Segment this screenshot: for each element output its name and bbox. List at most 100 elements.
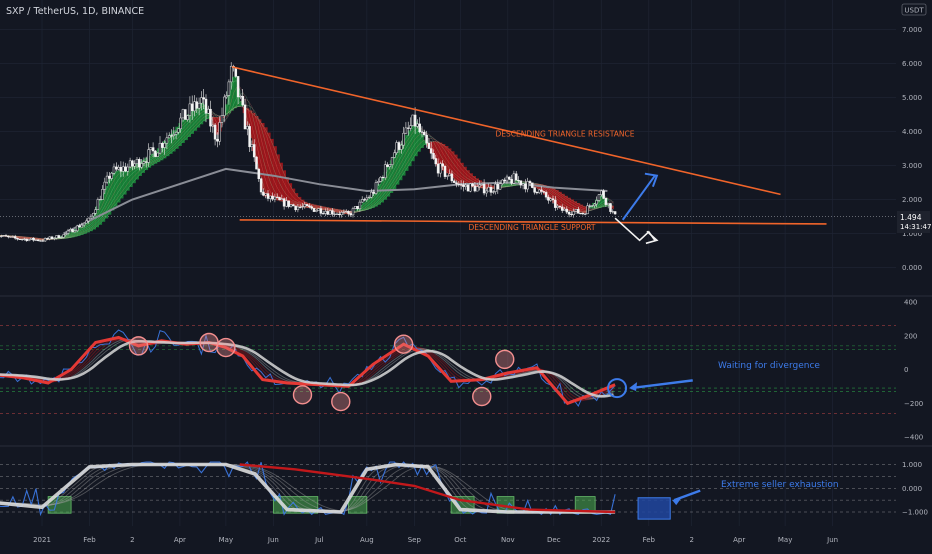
candle-body[interactable] <box>196 102 198 109</box>
candle-body[interactable] <box>122 167 124 172</box>
candle-body[interactable] <box>223 97 225 116</box>
candle-body[interactable] <box>433 153 435 158</box>
candle-body[interactable] <box>154 151 156 157</box>
candle-body[interactable] <box>177 129 179 132</box>
candle-body[interactable] <box>191 104 193 111</box>
candle-body[interactable] <box>253 145 255 158</box>
candle-body[interactable] <box>157 153 159 157</box>
candle-body[interactable] <box>7 236 9 237</box>
candle-body[interactable] <box>437 164 439 173</box>
candle-body[interactable] <box>308 206 310 207</box>
candle-body[interactable] <box>343 212 345 213</box>
candle-body[interactable] <box>136 159 138 163</box>
candle-body[interactable] <box>145 162 147 163</box>
candle-body[interactable] <box>125 167 127 171</box>
candle-body[interactable] <box>607 204 609 205</box>
candle-body[interactable] <box>426 135 428 143</box>
candle-body[interactable] <box>320 209 322 214</box>
candle-body[interactable] <box>40 241 42 242</box>
candle-body[interactable] <box>587 206 589 214</box>
candle-body[interactable] <box>104 182 106 189</box>
candle-body[interactable] <box>56 236 58 239</box>
candle-body[interactable] <box>449 174 451 176</box>
candle-body[interactable] <box>384 165 386 178</box>
candle-body[interactable] <box>564 209 566 210</box>
candle-body[interactable] <box>262 192 264 195</box>
candle-body[interactable] <box>350 214 352 216</box>
candle-body[interactable] <box>79 226 81 227</box>
candle-body[interactable] <box>467 185 469 191</box>
candle-body[interactable] <box>414 115 416 126</box>
candle-body[interactable] <box>168 136 170 138</box>
candle-body[interactable] <box>3 236 5 237</box>
candle-body[interactable] <box>439 164 441 173</box>
candle-body[interactable] <box>543 192 545 193</box>
candle-body[interactable] <box>242 96 244 105</box>
candle-body[interactable] <box>53 238 55 239</box>
candle-body[interactable] <box>387 165 389 167</box>
candle-body[interactable] <box>357 206 359 209</box>
candle-body[interactable] <box>267 194 269 199</box>
candle-body[interactable] <box>610 204 612 212</box>
divergence-circle[interactable] <box>496 350 514 368</box>
candle-body[interactable] <box>285 201 287 206</box>
candle-body[interactable] <box>481 184 483 185</box>
candle-body[interactable] <box>364 200 366 201</box>
candle-body[interactable] <box>485 191 487 193</box>
candle-body[interactable] <box>582 213 584 214</box>
candle-body[interactable] <box>306 204 308 206</box>
candle-body[interactable] <box>290 205 292 207</box>
candle-body[interactable] <box>559 206 561 207</box>
candle-body[interactable] <box>129 161 131 167</box>
candle-body[interactable] <box>265 194 267 196</box>
candle-body[interactable] <box>72 229 74 232</box>
candle-body[interactable] <box>51 237 53 239</box>
candle-body[interactable] <box>205 99 207 113</box>
candle-body[interactable] <box>354 206 356 208</box>
candle-body[interactable] <box>506 177 508 181</box>
candle-body[interactable] <box>26 239 28 241</box>
candle-body[interactable] <box>182 110 184 118</box>
candle-body[interactable] <box>297 207 299 210</box>
candle-body[interactable] <box>69 229 71 231</box>
candle-body[interactable] <box>591 206 593 207</box>
candle-body[interactable] <box>276 197 278 198</box>
candle-body[interactable] <box>42 241 44 242</box>
candle-body[interactable] <box>65 234 67 235</box>
candle-body[interactable] <box>407 128 409 129</box>
candle-body[interactable] <box>295 206 297 210</box>
candle-body[interactable] <box>495 184 497 192</box>
candle-body[interactable] <box>446 176 448 177</box>
candle-body[interactable] <box>260 179 262 192</box>
candle-body[interactable] <box>400 145 402 149</box>
candle-body[interactable] <box>148 150 150 163</box>
candle-body[interactable] <box>380 177 382 181</box>
candle-body[interactable] <box>63 235 65 238</box>
candle-body[interactable] <box>230 66 232 82</box>
candle-body[interactable] <box>359 202 361 209</box>
candle-body[interactable] <box>279 197 281 199</box>
candle-body[interactable] <box>95 210 97 214</box>
candle-body[interactable] <box>375 183 377 194</box>
candle-body[interactable] <box>102 189 104 199</box>
candle-body[interactable] <box>600 191 602 195</box>
candle-body[interactable] <box>269 196 271 199</box>
candle-body[interactable] <box>159 143 161 153</box>
candle-body[interactable] <box>207 109 209 113</box>
candle-body[interactable] <box>272 196 274 199</box>
candle-body[interactable] <box>74 231 76 232</box>
candle-body[interactable] <box>460 185 462 186</box>
candle-body[interactable] <box>421 132 423 133</box>
candle-body[interactable] <box>175 132 177 134</box>
candle-body[interactable] <box>246 126 248 129</box>
candle-body[interactable] <box>499 184 501 190</box>
candle-body[interactable] <box>226 96 228 98</box>
candle-body[interactable] <box>518 180 520 181</box>
candle-body[interactable] <box>430 149 432 154</box>
candle-body[interactable] <box>393 153 395 158</box>
candle-body[interactable] <box>596 200 598 204</box>
candle-body[interactable] <box>258 169 260 179</box>
candle-body[interactable] <box>513 174 515 184</box>
candle-body[interactable] <box>90 216 92 218</box>
candle-body[interactable] <box>131 161 133 166</box>
